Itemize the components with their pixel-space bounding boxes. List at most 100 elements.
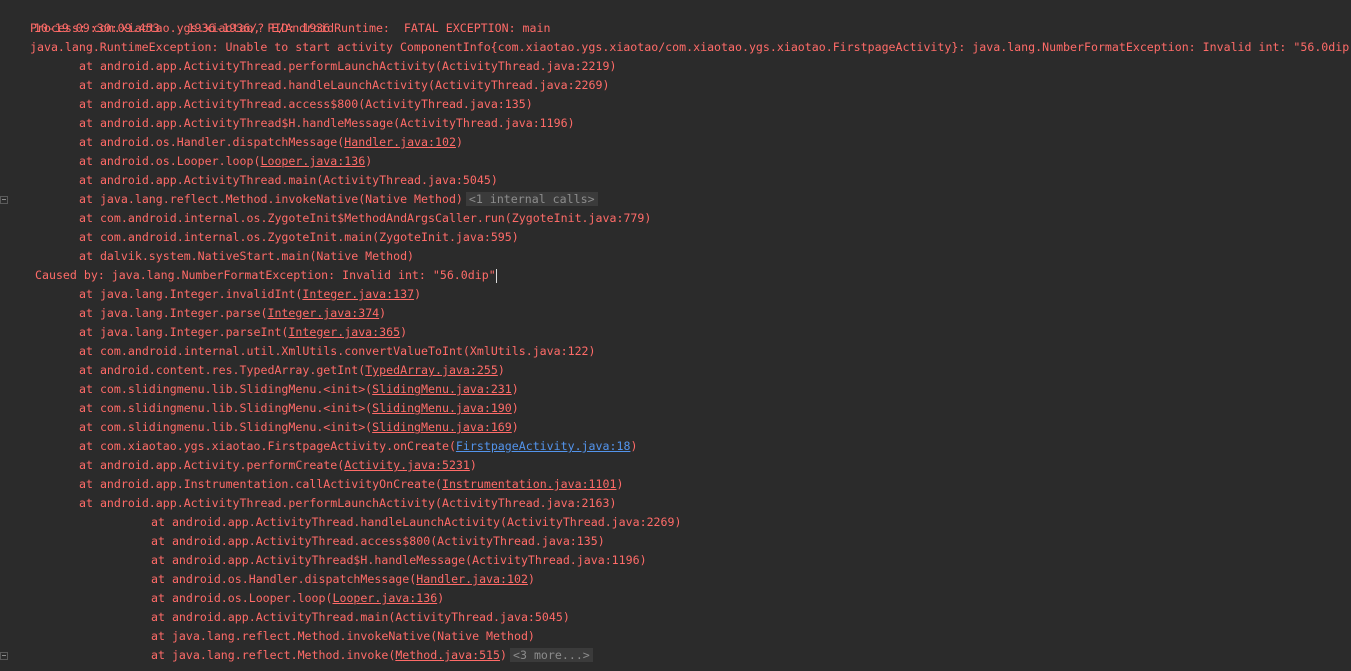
stack-frame: at android.app.ActivityThread.access$800…	[79, 95, 533, 114]
logcat-console[interactable]: 10-19 09:30:09.453 1936-1936/? E/Android…	[0, 0, 1351, 671]
source-link[interactable]: SlidingMenu.java:190	[372, 401, 512, 415]
frame-method: at android.app.ActivityThread.main(Activ…	[79, 173, 498, 187]
frame-method: at android.os.Handler.dispatchMessage(	[79, 135, 345, 149]
frame-method: at android.app.ActivityThread.performLau…	[79, 59, 617, 73]
process-line: Process: com.xiaotao.ygs.xiaotao, PID: 1…	[30, 21, 331, 35]
frame-method: at com.android.internal.util.XmlUtils.co…	[79, 344, 596, 358]
stack-frame: at android.os.Handler.dispatchMessage(Ha…	[151, 570, 535, 589]
frame-method: at android.app.Instrumentation.callActiv…	[79, 477, 442, 491]
fold-toggle-icon[interactable]	[0, 652, 8, 660]
source-link[interactable]: Looper.java:136	[260, 154, 365, 168]
frame-method: at android.app.ActivityThread$H.handleMe…	[79, 116, 575, 130]
stack-frame: at android.app.Activity.performCreate(Ac…	[79, 456, 477, 475]
source-link[interactable]: Handler.java:102	[416, 572, 528, 586]
stack-frame: at android.app.Instrumentation.callActiv…	[79, 475, 623, 494]
stack-frame: at java.lang.reflect.Method.invokeNative…	[79, 190, 598, 209]
source-link[interactable]: Activity.java:5231	[344, 458, 470, 472]
exception-line: java.lang.RuntimeException: Unable to st…	[30, 40, 1351, 54]
frame-method: at java.lang.reflect.Method.invoke(	[151, 648, 396, 662]
source-link[interactable]: SlidingMenu.java:169	[372, 420, 512, 434]
frame-suffix: )	[500, 648, 507, 662]
frame-method: at android.app.ActivityThread.handleLaun…	[79, 78, 610, 92]
stack-frame: at android.app.ActivityThread.performLau…	[79, 57, 616, 76]
frame-method: at android.app.ActivityThread.performLau…	[79, 496, 617, 510]
frame-method: at com.slidingmenu.lib.SlidingMenu.<init…	[79, 401, 373, 415]
stack-frame: at android.os.Looper.loop(Looper.java:13…	[79, 152, 372, 171]
caused-by-line: Caused by: java.lang.NumberFormatExcepti…	[35, 266, 497, 285]
frame-method: at android.app.ActivityThread$H.handleMe…	[151, 553, 647, 567]
source-link[interactable]: Instrumentation.java:1101	[442, 477, 617, 491]
frame-method: at android.app.ActivityThread.main(Activ…	[151, 610, 570, 624]
source-link[interactable]: FirstpageActivity.java:18	[456, 439, 631, 453]
log-message: FATAL EXCEPTION: main	[403, 21, 551, 35]
source-link[interactable]: Method.java:515	[395, 648, 500, 662]
stack-frame: at android.app.ActivityThread.main(Activ…	[79, 171, 498, 190]
stack-frame: at com.slidingmenu.lib.SlidingMenu.<init…	[79, 380, 519, 399]
folded-calls-marker[interactable]: <1 internal calls>	[465, 192, 598, 206]
frame-method: at java.lang.Integer.parseInt(	[79, 325, 289, 339]
frame-method: at android.app.Activity.performCreate(	[79, 458, 345, 472]
frame-suffix: )	[511, 401, 519, 415]
stack-frame: at android.content.res.TypedArray.getInt…	[79, 361, 505, 380]
frame-suffix: )	[527, 572, 535, 586]
source-link[interactable]: Integer.java:137	[302, 287, 414, 301]
frame-suffix: )	[400, 325, 408, 339]
frame-method: at com.slidingmenu.lib.SlidingMenu.<init…	[79, 420, 373, 434]
frame-method: at dalvik.system.NativeStart.main(Native…	[79, 249, 415, 263]
stack-frame: at java.lang.reflect.Method.invoke(Metho…	[151, 646, 593, 665]
frame-method: at android.os.Looper.loop(	[79, 154, 261, 168]
stack-frame: at com.xiaotao.ygs.xiaotao.FirstpageActi…	[79, 437, 637, 456]
frame-method: at java.lang.Integer.parse(	[79, 306, 268, 320]
frame-method: at java.lang.reflect.Method.invokeNative…	[151, 629, 535, 643]
stack-frame: at java.lang.reflect.Method.invokeNative…	[151, 627, 535, 646]
source-link[interactable]: Integer.java:374	[267, 306, 379, 320]
stack-frame: at android.app.ActivityThread.handleLaun…	[151, 513, 681, 532]
stack-frame: at android.app.ActivityThread.access$800…	[151, 532, 605, 551]
stack-frame: at android.os.Looper.loop(Looper.java:13…	[151, 589, 444, 608]
frame-method: at android.app.ActivityThread.access$800…	[151, 534, 605, 548]
frame-suffix: )	[469, 458, 477, 472]
stack-frame: at android.app.ActivityThread$H.handleMe…	[79, 114, 575, 133]
text-cursor	[495, 268, 497, 283]
caused-by-text: Caused by: java.lang.NumberFormatExcepti…	[35, 268, 496, 282]
frame-method: at com.android.internal.os.ZygoteInit$Me…	[79, 211, 652, 225]
frame-suffix: )	[379, 306, 387, 320]
frame-method: at com.android.internal.os.ZygoteInit.ma…	[79, 230, 519, 244]
frame-method: at com.slidingmenu.lib.SlidingMenu.<init…	[79, 382, 373, 396]
frame-suffix: )	[365, 154, 373, 168]
source-link[interactable]: Handler.java:102	[344, 135, 456, 149]
frame-method: at android.app.ActivityThread.handleLaun…	[151, 515, 682, 529]
fold-toggle-icon[interactable]	[0, 196, 8, 204]
source-link[interactable]: TypedArray.java:255	[365, 363, 498, 377]
frame-suffix: )	[437, 591, 445, 605]
stack-frame: at android.app.ActivityThread.main(Activ…	[151, 608, 570, 627]
stack-frame: at com.android.internal.util.XmlUtils.co…	[79, 342, 596, 361]
source-link[interactable]: Looper.java:136	[332, 591, 437, 605]
frame-suffix: )	[455, 135, 463, 149]
stack-frame: at com.android.internal.os.ZygoteInit.ma…	[79, 228, 519, 247]
folded-calls-marker[interactable]: <3 more...>	[510, 648, 593, 662]
stack-frame: at java.lang.Integer.parseInt(Integer.ja…	[79, 323, 407, 342]
frame-suffix: )	[616, 477, 624, 491]
stack-frame: at android.os.Handler.dispatchMessage(Ha…	[79, 133, 463, 152]
frame-suffix: )	[414, 287, 422, 301]
stack-frame: at java.lang.Integer.invalidInt(Integer.…	[79, 285, 421, 304]
frame-method: at android.content.res.TypedArray.getInt…	[79, 363, 366, 377]
source-link[interactable]: SlidingMenu.java:231	[372, 382, 512, 396]
stack-frame: at android.app.ActivityThread.performLau…	[79, 494, 616, 513]
frame-method: at java.lang.Integer.invalidInt(	[79, 287, 303, 301]
stack-frame: at android.app.ActivityThread$H.handleMe…	[151, 551, 647, 570]
stack-frame: at java.lang.Integer.parse(Integer.java:…	[79, 304, 386, 323]
frame-method: at com.xiaotao.ygs.xiaotao.FirstpageActi…	[79, 439, 456, 453]
stack-frame: at com.slidingmenu.lib.SlidingMenu.<init…	[79, 399, 519, 418]
stack-frame: at com.slidingmenu.lib.SlidingMenu.<init…	[79, 418, 519, 437]
frame-method: at java.lang.reflect.Method.invokeNative…	[79, 192, 463, 206]
stack-frame: at com.android.internal.os.ZygoteInit$Me…	[79, 209, 651, 228]
frame-method: at android.os.Looper.loop(	[151, 591, 333, 605]
frame-suffix: )	[630, 439, 638, 453]
frame-method: at android.app.ActivityThread.access$800…	[79, 97, 533, 111]
frame-suffix: )	[511, 382, 519, 396]
stack-frame: at dalvik.system.NativeStart.main(Native…	[79, 247, 414, 266]
frame-suffix: )	[497, 363, 505, 377]
source-link[interactable]: Integer.java:365	[288, 325, 400, 339]
